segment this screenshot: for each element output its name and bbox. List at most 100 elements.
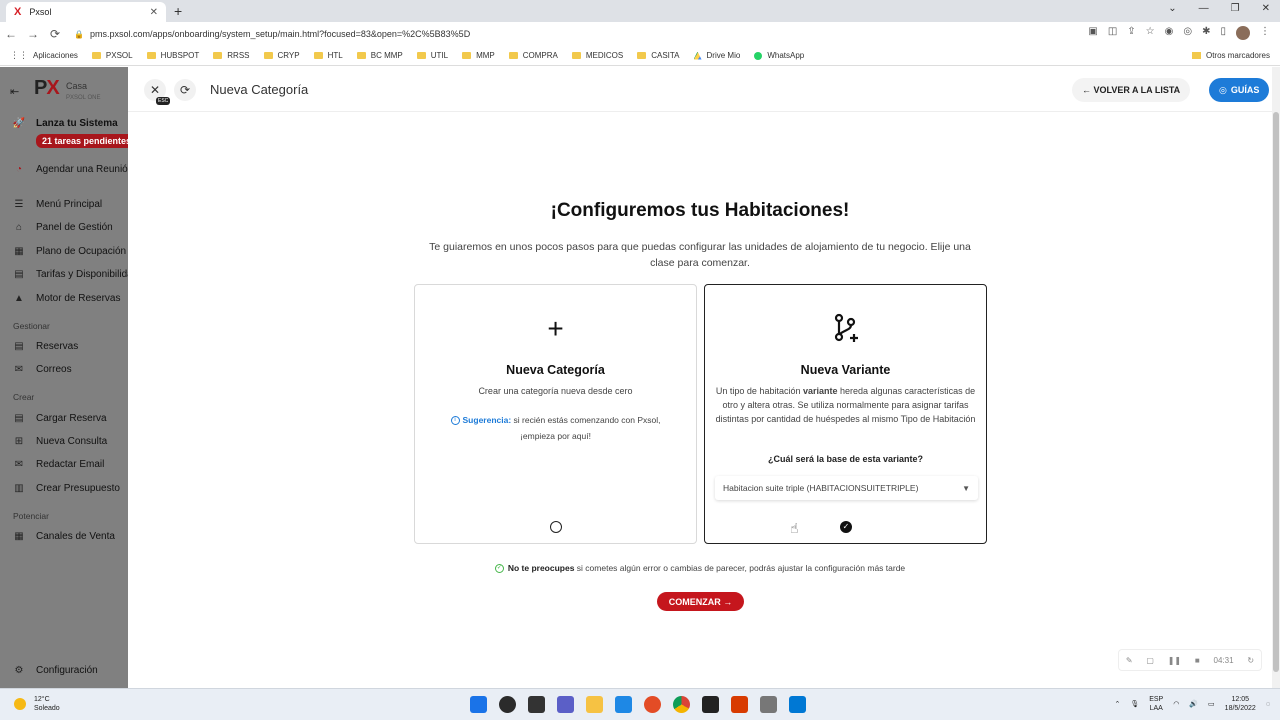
os-taskbar: 12°C Soleado ⌃ 🎙 ESP LAA ◠ 🔊 ▭ 12:05 18/5/2…	[0, 688, 1280, 720]
suggestion-tip: i Sugerencia: si recién estás comenzando …	[445, 412, 666, 444]
wifi-icon[interactable]: ◠	[1173, 700, 1179, 708]
collapse-sidebar-icon[interactable]: ⇤	[10, 85, 19, 98]
maximize-icon[interactable]: ❐	[1231, 3, 1240, 14]
variant-base-select[interactable]: Habitacion suite triple (HABITACIONSUITE…	[715, 476, 978, 500]
chrome-icon[interactable]	[673, 696, 690, 713]
opera-icon[interactable]	[644, 696, 661, 713]
bookmark-drive[interactable]: Drive Mio	[693, 51, 740, 60]
sidebar-item-channels[interactable]: ▦ Canales de Venta	[12, 531, 115, 542]
sidebar-item-create-quote[interactable]: ▥ Crear Presupuesto	[12, 483, 120, 494]
file-explorer-icon[interactable]	[586, 696, 603, 713]
bookmark-folder[interactable]: MEDICOS	[571, 51, 623, 60]
scroll-thumb[interactable]	[1273, 112, 1279, 672]
chat-icon[interactable]	[557, 696, 574, 713]
share-icon[interactable]: ⇪	[1127, 26, 1135, 40]
zoom-icon[interactable]	[615, 696, 632, 713]
clock[interactable]: 12:05 18/5/2022	[1225, 695, 1256, 713]
battery-icon[interactable]: ▭	[1208, 700, 1215, 708]
mail-app-icon[interactable]	[789, 696, 806, 713]
bookmark-folder[interactable]: MMP	[462, 51, 495, 60]
capcut-icon[interactable]	[702, 696, 719, 713]
suggestion-text: si recién estás comenzando con Pxsol, ¡e…	[511, 415, 661, 441]
sidebar-item-reservations[interactable]: ▤ Reservas	[12, 341, 78, 352]
back-to-list-button[interactable]: ← VOLVER A LA LISTA	[1072, 78, 1191, 102]
volume-icon[interactable]: 🔊	[1189, 700, 1198, 708]
bookmark-folder[interactable]: UTIL	[416, 51, 448, 60]
camera-icon[interactable]: ▣	[1088, 26, 1097, 40]
sidebar-item-write-email[interactable]: ✉ Redactar Email	[12, 459, 105, 470]
sidebar-item-load-reservation[interactable]: ▤ Cargar Reserva	[12, 413, 106, 424]
sidebar-item-rates[interactable]: ▤Tarifas y Disponibilidad	[12, 269, 128, 280]
bookmark-whatsapp[interactable]: WhatsApp	[754, 51, 804, 60]
sidebar-item-meeting[interactable]: ◔ Agendar una Reunión	[12, 164, 128, 175]
sidebar-item-dashboard[interactable]: ⌂ Panel de Gestión	[12, 222, 113, 233]
folder-icon	[313, 52, 323, 59]
task-view-icon[interactable]	[528, 696, 545, 713]
guides-button[interactable]: ◎ GUÍAS	[1209, 78, 1270, 102]
sidebar-item-occupancy[interactable]: ▦ Plano de Ocupación	[12, 246, 126, 257]
search-icon[interactable]	[499, 696, 516, 713]
sidebar-item-booking-engine[interactable]: ▲ Motor de Reservas	[12, 293, 120, 304]
bookmark-folder[interactable]: COMPRA	[508, 51, 558, 60]
notification-icon[interactable]: ◌	[1266, 701, 1270, 708]
weather-widget[interactable]: 12°C Soleado	[14, 695, 60, 713]
engine-icon: ▲	[14, 293, 24, 304]
page-scrollbar[interactable]	[1272, 67, 1280, 688]
lifebuoy-icon: ◎	[1219, 84, 1227, 95]
tab-close-icon[interactable]: ✕	[150, 7, 158, 18]
sidebar-item-main-menu[interactable]: ☰ Menú Principal	[12, 199, 103, 210]
pen-icon[interactable]: ✎	[1126, 656, 1133, 665]
other-bookmarks[interactable]: Otros marcadores	[1191, 51, 1270, 60]
bookmark-folder[interactable]: CASITA	[637, 51, 680, 60]
chevron-down-icon[interactable]: ⌄	[1168, 3, 1176, 14]
radio-new-variant-checked[interactable]: ✓	[840, 521, 852, 533]
start-button[interactable]: COMENZAR →	[657, 592, 744, 611]
extension-icon[interactable]: ◉	[1165, 26, 1174, 40]
close-window-icon[interactable]: ✕	[1262, 3, 1270, 14]
language-indicator[interactable]: ESP LAA	[1149, 695, 1163, 713]
sidebar-item-launch[interactable]: 🚀 Lanza tu Sistema	[12, 118, 118, 129]
calculator-icon[interactable]	[760, 696, 777, 713]
back-arrow-icon[interactable]: ←	[0, 27, 22, 41]
property-name: Casa	[66, 81, 88, 91]
suggestion-label: Sugerencia:	[462, 415, 512, 425]
sidebar-item-new-inquiry[interactable]: ⊞ Nueva Consulta	[12, 436, 107, 447]
stop-square-icon[interactable]: ▢	[1146, 656, 1154, 665]
restart-icon[interactable]: ↻	[1247, 656, 1254, 665]
sidebar-item-mail[interactable]: ✉ Correos	[12, 364, 72, 375]
star-icon[interactable]: ☆	[1146, 26, 1155, 40]
minimize-icon[interactable]: —	[1199, 3, 1209, 14]
menu-dots-icon[interactable]: ⋮	[1260, 26, 1270, 40]
bookmark-folder[interactable]: HTL	[313, 51, 343, 60]
panel-header: ✕ ESC ⟳ Nueva Categoría ← VOLVER A LA LI…	[128, 67, 1272, 112]
office-icon[interactable]	[731, 696, 748, 713]
bookmark-folder[interactable]: RRSS	[213, 51, 250, 60]
browser-tabbar: X Pxsol ✕ + ⌄ — ❐ ✕	[0, 0, 1280, 22]
microphone-icon[interactable]: 🎙	[1130, 700, 1139, 708]
chevron-up-icon[interactable]: ⌃	[1114, 700, 1120, 708]
bookmark-folder[interactable]: HUBSPOT	[146, 51, 199, 60]
puzzle-icon[interactable]: ✱	[1202, 26, 1210, 40]
sidebar-item-settings[interactable]: ⚙ Configuración	[12, 665, 98, 676]
sidepanel-icon[interactable]: ▯	[1220, 26, 1226, 40]
stop-icon[interactable]: ■	[1195, 656, 1200, 665]
bookmark-folder[interactable]: CRYP	[263, 51, 300, 60]
radio-new-category[interactable]	[550, 521, 562, 533]
card-title: Nueva Categoría	[506, 363, 605, 377]
option-card-new-variant[interactable]: Nueva Variante Un tipo de habitación var…	[704, 284, 987, 544]
refresh-button[interactable]: ⟳	[174, 79, 196, 101]
option-card-new-category[interactable]: + Nueva Categoría Crear una categoría nu…	[414, 284, 697, 544]
bookmark-folder[interactable]: BC MMP	[356, 51, 403, 60]
bookmark-apps[interactable]: ⋮⋮ Aplicaciones	[10, 50, 78, 61]
browser-tab[interactable]: X Pxsol ✕	[6, 2, 166, 22]
reload-icon[interactable]: ⟳	[44, 27, 66, 41]
screenshot-icon[interactable]: ◎	[1183, 26, 1192, 40]
profile-avatar[interactable]	[1236, 26, 1250, 40]
forward-arrow-icon[interactable]: →	[22, 27, 44, 41]
new-tab-icon[interactable]: +	[174, 3, 182, 19]
pause-icon[interactable]: ❚❚	[1168, 656, 1181, 665]
url-input[interactable]: 🔒 pms.pxsol.com/apps/onboarding/system_s…	[74, 25, 1054, 43]
start-icon[interactable]	[470, 696, 487, 713]
bookmark-folder[interactable]: PXSOL	[91, 51, 133, 60]
cast-icon[interactable]: ◫	[1108, 26, 1117, 40]
